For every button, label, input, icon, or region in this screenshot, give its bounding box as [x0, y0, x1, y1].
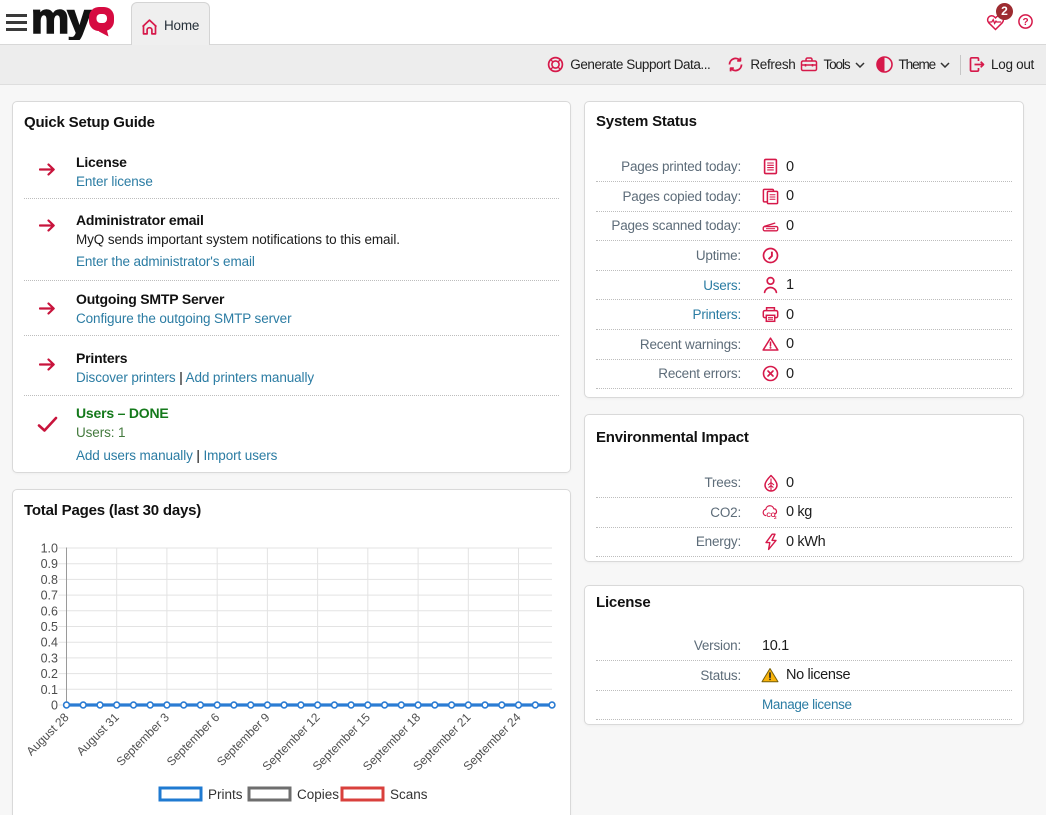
- svg-text:Copies: Copies: [297, 787, 339, 802]
- svg-text:0.7: 0.7: [41, 589, 58, 603]
- svg-text:0: 0: [51, 699, 58, 713]
- svg-text:August 28: August 28: [24, 710, 72, 758]
- svg-text:0.2: 0.2: [41, 667, 58, 681]
- svg-text:0.9: 0.9: [41, 557, 58, 571]
- svg-text:August 31: August 31: [74, 710, 122, 758]
- svg-text:2: 2: [774, 515, 777, 520]
- svg-text:0.6: 0.6: [41, 604, 58, 618]
- svg-text:0.8: 0.8: [41, 573, 58, 587]
- svg-text:0.5: 0.5: [41, 620, 58, 634]
- svg-text:Prints: Prints: [208, 787, 243, 802]
- svg-text:?: ?: [1022, 17, 1028, 28]
- svg-text:1.0: 1.0: [41, 542, 58, 556]
- svg-text:0.4: 0.4: [41, 636, 58, 650]
- svg-text:0.1: 0.1: [41, 683, 58, 697]
- svg-text:Scans: Scans: [390, 787, 428, 802]
- svg-text:0.3: 0.3: [41, 651, 58, 665]
- svg-text:my: my: [33, 0, 91, 40]
- svg-text:September 3: September 3: [114, 710, 173, 769]
